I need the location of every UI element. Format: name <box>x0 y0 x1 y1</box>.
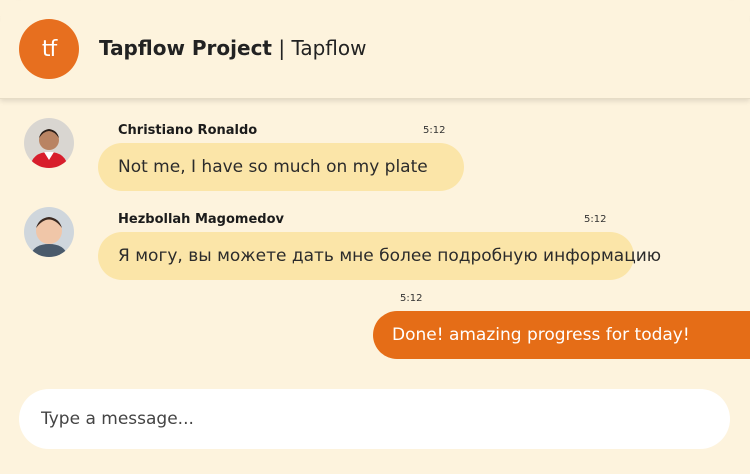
message-text: Я могу, вы можете дать мне более подробн… <box>118 246 662 266</box>
outgoing-message-bubble[interactable]: Done! amazing progress for today! <box>373 311 750 359</box>
sender-name: Hezbollah Magomedov <box>118 212 284 227</box>
user-photo-icon <box>24 118 74 168</box>
message-bubble[interactable]: Я могу, вы можете дать мне более подробн… <box>98 232 661 280</box>
chat-title: Tapflow Project | Tapflow <box>99 36 367 60</box>
avatar-hezbollah-magomedov[interactable] <box>24 207 74 257</box>
message-time: 5:12 <box>584 214 607 225</box>
project-name: Tapflow Project <box>99 36 272 60</box>
chat-window: tf Tapflow Project | Tapflow Christiano … <box>0 0 750 474</box>
avatar-christiano-ronaldo[interactable] <box>24 118 74 168</box>
sender-name: Christiano Ronaldo <box>118 123 258 138</box>
message-time: 5:12 <box>423 125 446 136</box>
logo-text: tf <box>41 36 57 62</box>
user-photo-icon <box>24 207 74 257</box>
message-composer <box>19 389 730 449</box>
project-logo[interactable]: tf <box>19 19 79 79</box>
message-time: 5:12 <box>400 293 423 304</box>
title-separator: | <box>278 36 286 60</box>
message-text: Done! amazing progress for today! <box>392 325 690 345</box>
chat-header: tf Tapflow Project | Tapflow <box>0 0 750 99</box>
message-bubble[interactable]: Not me, I have so much on my plate <box>98 143 464 191</box>
app-name: Tapflow <box>291 36 367 60</box>
message-input[interactable] <box>39 408 710 430</box>
message-text: Not me, I have so much on my plate <box>118 157 428 177</box>
